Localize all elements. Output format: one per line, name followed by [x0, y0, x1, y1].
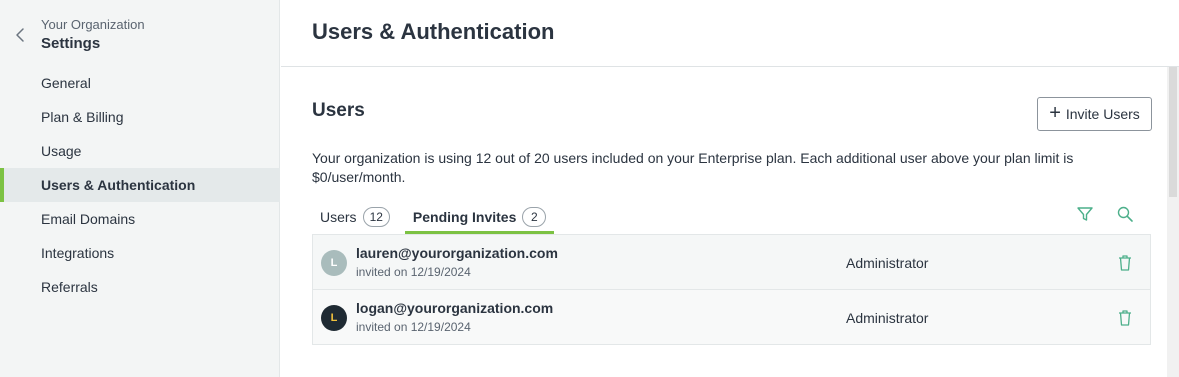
tab-pending-invites-label: Pending Invites [412, 209, 517, 225]
sidebar-item-email-domains[interactable]: Email Domains [0, 202, 280, 236]
plus-icon: + [1049, 102, 1061, 124]
invite-users-label: Invite Users [1065, 106, 1140, 122]
pending-invites-count-badge: 2 [522, 207, 547, 227]
sidebar-item-integrations[interactable]: Integrations [0, 236, 280, 270]
sidebar-item-users-authentication[interactable]: Users & Authentication [0, 168, 280, 202]
scrollbar[interactable] [1167, 67, 1179, 377]
users-count-badge: 12 [362, 207, 390, 227]
chevron-left-icon[interactable] [12, 26, 30, 44]
invite-role: Administrator [846, 255, 929, 271]
main-content: Users & Authentication Users + Invite Us… [281, 0, 1179, 377]
avatar: L [321, 305, 347, 331]
sidebar-item-plan-billing[interactable]: Plan & Billing [0, 100, 280, 134]
invite-email: lauren@yourorganization.com [356, 245, 558, 261]
sidebar-item-general[interactable]: General [0, 66, 280, 100]
sidebar-item-usage[interactable]: Usage [0, 134, 280, 168]
trash-icon[interactable] [1117, 254, 1133, 272]
filter-icon[interactable] [1076, 205, 1094, 223]
invite-date: invited on 12/19/2024 [356, 265, 471, 279]
pending-invites-table: L lauren@yourorganization.com invited on… [312, 234, 1151, 345]
tab-pending-invites[interactable]: Pending Invites 2 [404, 200, 555, 234]
invite-email: logan@yourorganization.com [356, 300, 554, 316]
table-row: L lauren@yourorganization.com invited on… [312, 235, 1151, 290]
search-icon[interactable] [1116, 205, 1134, 223]
plan-usage-info: Your organization is using 12 out of 20 … [312, 150, 1074, 185]
users-section-title: Users [312, 100, 365, 121]
organization-name: Your Organization [41, 17, 145, 32]
invite-role: Administrator [846, 310, 929, 326]
settings-title: Settings [41, 35, 101, 52]
users-tabs: Users 12 Pending Invites 2 [312, 200, 561, 234]
tab-users[interactable]: Users 12 [312, 200, 398, 234]
invite-date: invited on 12/19/2024 [356, 320, 471, 334]
scrollbar-thumb[interactable] [1169, 67, 1177, 197]
page-title: Users & Authentication [312, 19, 555, 44]
settings-nav: General Plan & Billing Usage Users & Aut… [0, 66, 280, 304]
tab-users-label: Users [320, 209, 357, 225]
sidebar-item-referrals[interactable]: Referrals [0, 270, 280, 304]
page-header: Users & Authentication [281, 0, 1179, 67]
avatar: L [321, 250, 347, 276]
trash-icon[interactable] [1117, 309, 1133, 327]
settings-sidebar: Your Organization Settings General Plan … [0, 0, 280, 377]
invite-users-button[interactable]: + Invite Users [1037, 97, 1152, 131]
table-row: L logan@yourorganization.com invited on … [312, 290, 1151, 345]
